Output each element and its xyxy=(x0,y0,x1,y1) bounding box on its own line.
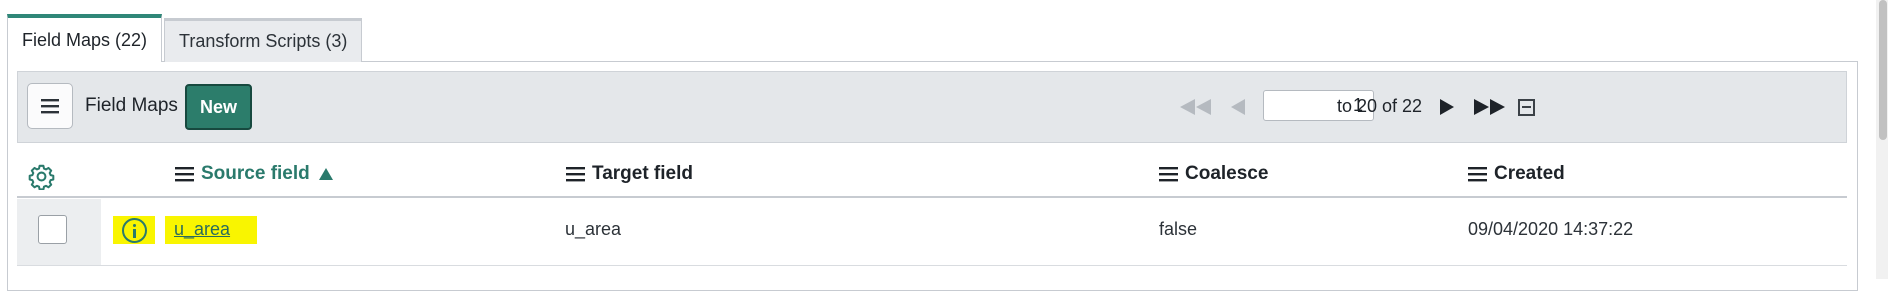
gear-icon[interactable] xyxy=(28,163,55,190)
column-label: Created xyxy=(1494,163,1565,184)
column-label: Target field xyxy=(592,163,693,184)
column-label: Coalesce xyxy=(1185,163,1269,184)
next-page-button[interactable] xyxy=(1433,90,1461,124)
source-field-link[interactable]: u_area xyxy=(174,219,230,240)
row-checkbox[interactable] xyxy=(38,215,67,244)
list-title: Field Maps xyxy=(85,95,178,116)
preview-record-button[interactable] xyxy=(113,216,155,244)
column-header-coalesce[interactable]: Coalesce xyxy=(1159,163,1268,185)
info-icon xyxy=(121,217,147,243)
scrollbar-thumb[interactable] xyxy=(1879,0,1887,140)
last-page-button[interactable] xyxy=(1470,90,1510,124)
prev-page-icon xyxy=(1231,99,1245,115)
created-cell: 09/04/2020 14:37:22 xyxy=(1468,219,1634,239)
collapse-icon[interactable] xyxy=(1518,99,1535,116)
column-label: Source field xyxy=(201,163,310,184)
list-toolbar: Field Maps New to 20 of 22 xyxy=(17,71,1847,143)
column-header-target-field[interactable]: Target field xyxy=(566,163,693,185)
row-select-cell xyxy=(17,199,101,265)
sort-ascending-icon xyxy=(318,168,333,180)
target-field-cell: u_area xyxy=(565,219,622,239)
tab-transform-scripts[interactable]: Transform Scripts (3) xyxy=(164,18,363,62)
column-header-source-field[interactable]: Source field xyxy=(175,163,333,185)
column-menu-icon[interactable] xyxy=(566,166,585,182)
new-button[interactable]: New xyxy=(185,84,252,130)
column-menu-icon[interactable] xyxy=(1468,166,1487,182)
table-row: u_area u_area false 09/04/2020 14:37:22 xyxy=(17,199,1847,266)
page-range-text: to 20 of 22 xyxy=(1337,96,1423,116)
column-menu-icon[interactable] xyxy=(175,166,194,182)
table-header-row: Source field Target field Coalesce Creat… xyxy=(17,150,1847,198)
next-page-icon xyxy=(1440,99,1454,115)
coalesce-cell: false xyxy=(1159,219,1198,239)
prev-page-button[interactable] xyxy=(1224,90,1252,124)
tab-bar: Field Maps (22) Transform Scripts (3) xyxy=(7,14,363,62)
hamburger-icon xyxy=(41,99,59,114)
first-page-icon xyxy=(1180,99,1211,115)
column-header-created[interactable]: Created xyxy=(1468,163,1565,185)
column-menu-icon[interactable] xyxy=(1159,166,1178,182)
tab-field-maps[interactable]: Field Maps (22) xyxy=(7,14,163,62)
list-menu-button[interactable] xyxy=(27,83,73,129)
last-page-icon xyxy=(1474,99,1505,115)
first-page-button[interactable] xyxy=(1176,90,1216,124)
